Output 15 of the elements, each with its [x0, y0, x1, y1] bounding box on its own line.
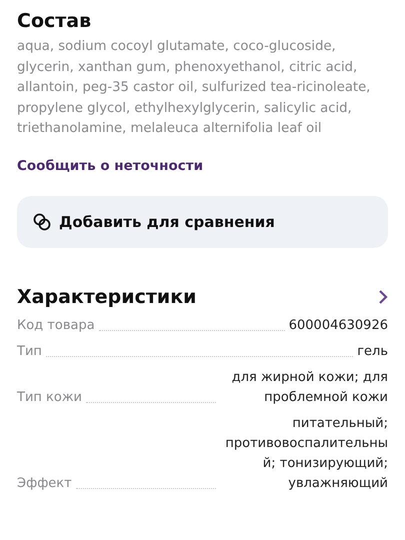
section-title: Характеристики	[17, 284, 196, 310]
spec-label: Тип	[17, 342, 42, 361]
spec-value: питательный; противовоспалительный; тонизирующий; увлажняющий	[224, 414, 388, 493]
report-link[interactable]: Сообщить о неточности	[17, 156, 204, 176]
spec-label: Код товара	[17, 316, 95, 335]
chevron-right-icon[interactable]	[378, 288, 388, 305]
section-title: Состав	[17, 9, 92, 34]
spec-label: Эффект	[17, 474, 72, 493]
spec-value: гель	[357, 342, 388, 361]
compare-button[interactable]: Добавить для сравнения	[17, 196, 388, 248]
spec-value: 600004630926	[288, 316, 388, 335]
ingredients-text: aqua, sodium cocoyl glutamate, coco-glucoside, glycerin, xanthan gum, phenoxyethanol, citric acid, allantoin, peg-35 castor oil, sulfurized tea-ricinoleate, propylene glycol, ethylhexylglycerin, salicylic acid, triethanolamine, melaleuca alternifolia leaf oil	[17, 38, 372, 138]
overlapping-circles-icon	[33, 212, 51, 231]
spec-value: для жирной кожи; для проблемной кожи	[230, 368, 388, 407]
spec-label: Тип кожи	[17, 388, 82, 407]
